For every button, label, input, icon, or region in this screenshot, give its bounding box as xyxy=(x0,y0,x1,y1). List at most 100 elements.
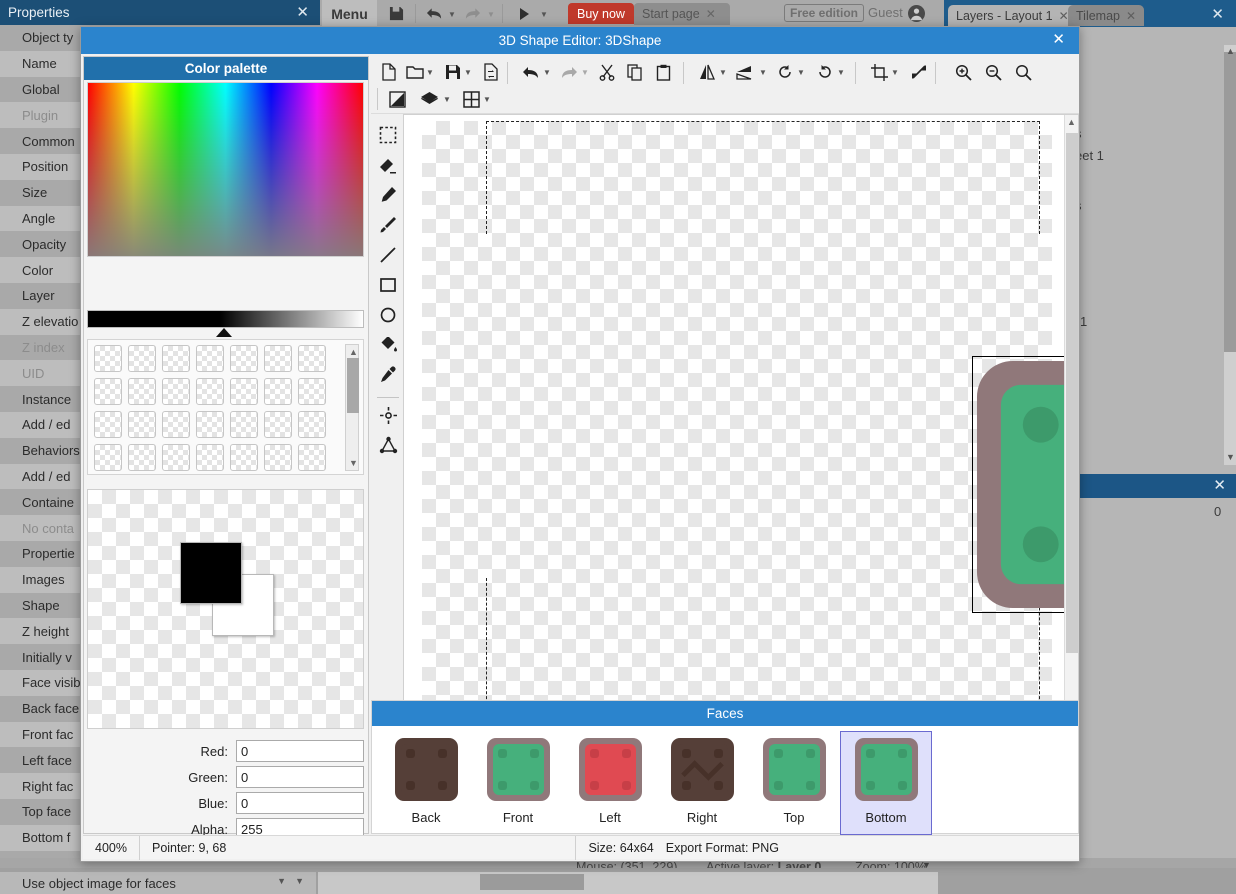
color-swatch[interactable] xyxy=(162,345,190,372)
grid-dropdown-caret-icon[interactable]: ▼ xyxy=(483,95,491,104)
horizontal-scrollbar-track[interactable] xyxy=(318,872,938,894)
property-row[interactable]: Z elevatio xyxy=(0,309,84,335)
play-dropdown-caret-icon[interactable]: ▼ xyxy=(540,10,548,19)
resize-icon[interactable] xyxy=(907,60,931,84)
color-swatch[interactable] xyxy=(94,444,122,471)
eraser-icon[interactable] xyxy=(375,152,401,178)
bottom-tab-tilemap[interactable]: Tilemap ✕ xyxy=(1068,5,1144,26)
color-field-input[interactable] xyxy=(236,792,364,814)
color-swatch[interactable] xyxy=(128,444,156,471)
property-row[interactable]: Face visib xyxy=(0,670,84,696)
account-icon[interactable] xyxy=(908,5,925,22)
property-row[interactable]: Angle xyxy=(0,206,84,232)
canvas-scrollbar-thumb[interactable] xyxy=(1066,133,1078,653)
alpha-threshold-icon[interactable] xyxy=(385,87,409,111)
color-swatch[interactable] xyxy=(94,378,122,405)
property-row[interactable]: Bottom f xyxy=(0,825,84,851)
property-row[interactable]: Common xyxy=(0,128,84,154)
face-item-left[interactable]: Left xyxy=(564,731,656,835)
chevron-down-icon[interactable]: ▼ xyxy=(277,876,286,886)
swatch-scrollbar-track[interactable]: ▲ ▼ xyxy=(345,344,359,471)
face-item-back[interactable]: Back xyxy=(380,731,472,835)
property-row[interactable]: Add / ed xyxy=(0,464,84,490)
origin-point-icon[interactable] xyxy=(375,402,401,428)
color-swatch[interactable] xyxy=(230,444,258,471)
property-row[interactable]: Initially v xyxy=(0,644,84,670)
property-row[interactable]: Size xyxy=(0,180,84,206)
undo-dropdown-caret-icon[interactable]: ▼ xyxy=(543,68,551,77)
collision-polygon-icon[interactable] xyxy=(375,432,401,458)
color-swatch[interactable] xyxy=(264,345,292,372)
copy-icon[interactable] xyxy=(623,60,647,84)
color-swatch[interactable] xyxy=(128,411,156,438)
color-swatch[interactable] xyxy=(230,378,258,405)
undo-icon[interactable] xyxy=(422,0,446,27)
face-item-top[interactable]: Top xyxy=(748,731,840,835)
buy-now-button[interactable]: Buy now xyxy=(568,3,634,24)
pencil-icon[interactable] xyxy=(375,182,401,208)
scroll-up-icon[interactable]: ▲ xyxy=(1226,46,1235,56)
rectangle-icon[interactable] xyxy=(375,272,401,298)
face-item-right[interactable]: Right xyxy=(656,731,748,835)
color-swatch[interactable] xyxy=(162,444,190,471)
property-row[interactable]: Top face xyxy=(0,799,84,825)
layers-icon[interactable] xyxy=(417,87,441,111)
property-row[interactable]: Opacity xyxy=(0,231,84,257)
color-swatch[interactable] xyxy=(264,444,292,471)
color-swatch[interactable] xyxy=(264,378,292,405)
start-page-tab[interactable]: Start page ✕ xyxy=(634,3,730,25)
color-field-input[interactable] xyxy=(236,740,364,762)
use-object-image-row[interactable]: Use object image for faces ▼ ▼ xyxy=(0,872,316,894)
color-swatch[interactable] xyxy=(298,444,326,471)
flip-vertical-icon[interactable] xyxy=(733,60,757,84)
swatch-scrollbar-thumb[interactable] xyxy=(347,358,359,413)
property-row[interactable]: Containe xyxy=(0,489,84,515)
color-swatch[interactable] xyxy=(128,345,156,372)
cut-icon[interactable] xyxy=(595,60,619,84)
property-row[interactable]: Plugin xyxy=(0,102,84,128)
property-row[interactable]: Position xyxy=(0,154,84,180)
property-row[interactable]: Layer xyxy=(0,283,84,309)
background-scrollbar-thumb[interactable] xyxy=(1224,52,1236,352)
property-row[interactable]: Add / ed xyxy=(0,412,84,438)
scroll-down-icon[interactable]: ▼ xyxy=(1226,452,1235,462)
color-swatch[interactable] xyxy=(196,411,224,438)
save-dropdown-caret-icon[interactable]: ▼ xyxy=(464,68,472,77)
open-dropdown-caret-icon[interactable]: ▼ xyxy=(426,68,434,77)
rotate-counterclockwise-icon[interactable] xyxy=(773,60,797,84)
paste-icon[interactable] xyxy=(651,60,675,84)
sprite-selection-frame[interactable] xyxy=(972,356,1079,613)
canvas-scrollbar-track[interactable]: ▲ ▼ xyxy=(1064,115,1078,713)
save-icon[interactable] xyxy=(383,0,409,27)
property-row[interactable]: Z height xyxy=(0,618,84,644)
fill-bucket-icon[interactable] xyxy=(375,332,401,358)
property-row[interactable]: Z index xyxy=(0,335,84,361)
color-swatch[interactable] xyxy=(94,411,122,438)
property-row[interactable]: Propertie xyxy=(0,541,84,567)
color-swatch[interactable] xyxy=(162,411,190,438)
eyedropper-icon[interactable] xyxy=(375,362,401,388)
zoom-in-icon[interactable] xyxy=(951,60,975,84)
property-row[interactable]: Behaviors xyxy=(0,438,84,464)
swatch-grid[interactable] xyxy=(91,344,329,476)
zoom-reset-icon[interactable] xyxy=(1011,60,1035,84)
color-swatch[interactable] xyxy=(230,345,258,372)
property-row[interactable]: UID xyxy=(0,360,84,386)
property-row[interactable]: Front fac xyxy=(0,722,84,748)
grid-icon[interactable] xyxy=(459,87,483,111)
property-row[interactable]: Global xyxy=(0,77,84,103)
property-row[interactable]: Back face xyxy=(0,696,84,722)
dialog-title-bar[interactable]: 3D Shape Editor: 3DShape ✕ xyxy=(81,27,1079,54)
brightness-slider-handle[interactable] xyxy=(216,328,232,337)
new-file-icon[interactable] xyxy=(377,60,401,84)
bottom-tab-layers[interactable]: Layers - Layout 1 ✕ xyxy=(948,5,1077,26)
property-row[interactable]: Object ty xyxy=(0,25,84,51)
color-swatch[interactable] xyxy=(230,411,258,438)
rotate-ccw-dropdown-caret-icon[interactable]: ▼ xyxy=(797,68,805,77)
property-row[interactable]: Images xyxy=(0,567,84,593)
color-preview[interactable] xyxy=(87,489,364,729)
undo-dropdown-caret-icon[interactable]: ▼ xyxy=(448,10,456,19)
color-swatch[interactable] xyxy=(298,345,326,372)
property-row[interactable]: Instance xyxy=(0,386,84,412)
chevron-down-icon-2[interactable]: ▼ xyxy=(295,876,304,886)
